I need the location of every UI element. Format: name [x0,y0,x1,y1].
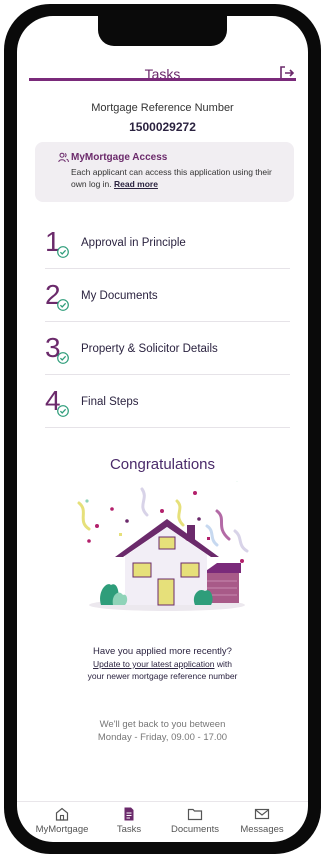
check-circle-icon [57,299,69,311]
contact-hours-line1: We'll get back to you between [99,719,226,730]
step-final-steps[interactable]: 4 Final Steps [45,375,290,428]
update-application-link[interactable]: Update to your latest application [93,659,214,669]
home-icon [55,807,69,821]
access-text: Each applicant can access this applicati… [71,166,286,190]
access-description: Each applicant can access this applicati… [71,167,272,189]
step-label: Final Steps [81,396,139,408]
tab-mymortgage[interactable]: MyMortgage [26,806,98,835]
recent-application-subtext: your newer mortgage reference number [87,671,238,681]
step-property-solicitor[interactable]: 3 Property & Solicitor Details [45,322,290,375]
task-steps: 1 Approval in Principle 2 My Documents 3 [45,216,290,428]
reference-label: Mortgage Reference Number [91,102,234,114]
users-icon [58,152,69,163]
notch [98,16,227,46]
bottom-tab-bar: MyMortgage Tasks Documents Messages [17,801,308,842]
tab-label: Messages [240,824,284,835]
recent-application-question: Have you applied more recently? [93,646,232,657]
access-title: MyMortgage Access [71,152,168,163]
house-celebration-illustration [77,481,249,611]
tab-label: Tasks [116,824,142,835]
folder-icon [187,808,203,821]
check-circle-icon [57,352,69,364]
check-circle-icon [57,246,69,258]
step-my-documents[interactable]: 2 My Documents [45,269,290,322]
phone-frame: Tasks Mortgage Reference Number 15000292… [4,4,321,854]
tab-messages[interactable]: Messages [226,806,298,835]
recent-application-line: Update to your latest application with [17,659,308,669]
step-label: Approval in Principle [81,237,186,249]
header: Tasks [17,52,308,90]
header-divider [29,78,296,81]
step-label: Property & Solicitor Details [81,343,218,355]
screen: Tasks Mortgage Reference Number 15000292… [17,16,308,842]
read-more-link[interactable]: Read more [114,179,158,189]
congratulations-heading: Congratulations [109,456,216,473]
contact-hours-line2: Monday - Friday, 09.00 - 17.00 [97,732,228,743]
tab-label: MyMortgage [35,824,89,835]
reference-number: 1500029272 [129,120,196,134]
tab-tasks[interactable]: Tasks [93,806,165,835]
tab-label: Documents [170,824,220,835]
tab-documents[interactable]: Documents [159,806,231,835]
access-card: MyMortgage Access Each applicant can acc… [35,142,294,202]
step-label: My Documents [81,290,158,302]
document-icon [124,807,134,821]
step-approval-in-principle[interactable]: 1 Approval in Principle [45,216,290,269]
recent-link-suffix: with [214,659,232,669]
check-circle-icon [57,405,69,417]
envelope-icon [254,808,270,820]
